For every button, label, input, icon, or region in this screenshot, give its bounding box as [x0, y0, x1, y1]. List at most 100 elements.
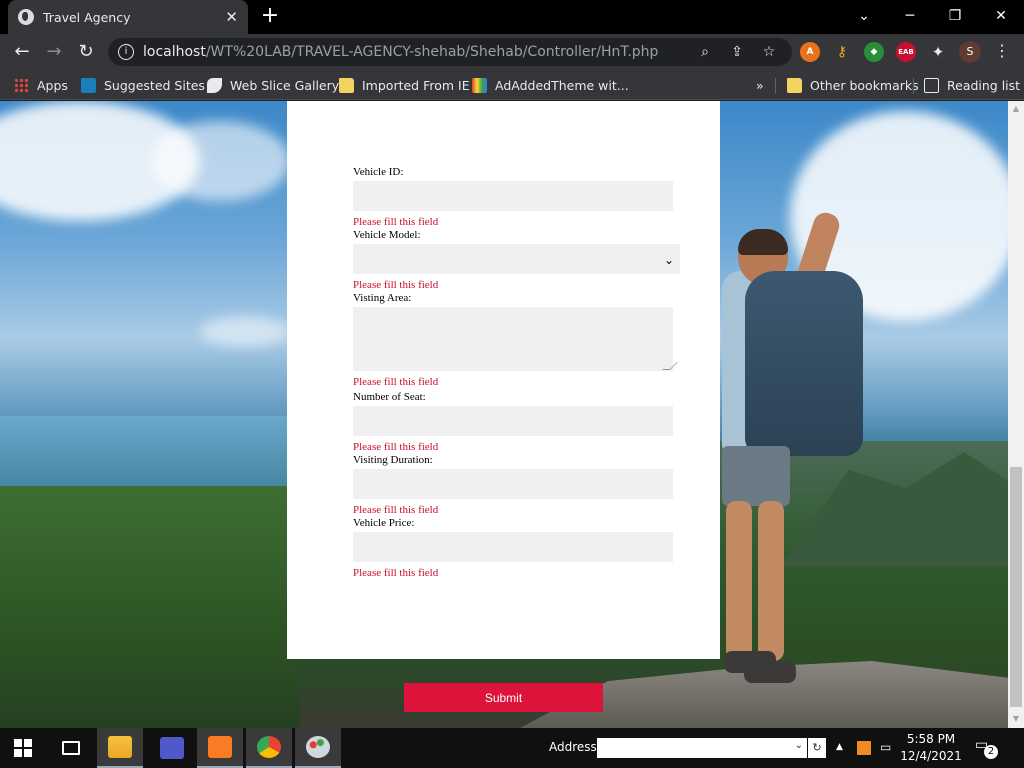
visiting-area-field: Visting Area: Please fill this field — [353, 292, 678, 389]
vehicle-model-label: Vehicle Model: — [353, 229, 421, 241]
taskbar-file-explorer[interactable] — [97, 728, 143, 768]
bookmarks-divider — [913, 78, 914, 94]
taskbar-paint[interactable] — [295, 728, 341, 768]
scroll-down-arrow-icon[interactable]: ▼ — [1011, 714, 1021, 724]
bookmark-other-bookmarks[interactable]: Other bookmarks — [787, 75, 919, 95]
minimize-button[interactable]: ─ — [896, 4, 924, 28]
share-icon[interactable]: ⇪ — [728, 43, 746, 61]
tab-title: Travel Agency — [43, 9, 131, 25]
bookmark-label: Other bookmarks — [810, 77, 919, 93]
chevron-down-icon[interactable]: ⌄ — [795, 740, 803, 751]
extension-orange-icon[interactable]: A — [800, 42, 820, 62]
number-of-seat-error: Please fill this field — [353, 441, 439, 453]
menu-kebab-icon[interactable]: ⋮ — [994, 40, 1010, 64]
extension-green-icon[interactable]: ◆ — [864, 42, 884, 62]
apps-grid-icon — [14, 77, 29, 93]
bookmark-star-icon[interactable]: ☆ — [760, 43, 778, 61]
start-button[interactable] — [0, 728, 46, 768]
tab-search-chevron-icon[interactable]: ⌄ — [850, 4, 878, 28]
number-of-seat-field: Number of Seat: Please fill this field — [353, 391, 673, 454]
taskbar-xampp[interactable] — [197, 728, 243, 768]
task-view-button[interactable] — [48, 728, 94, 768]
site-info-icon[interactable]: i — [118, 44, 134, 60]
bookmark-label: Suggested Sites — [104, 77, 205, 93]
visiting-duration-field: Visiting Duration: Please fill this fiel… — [353, 454, 673, 517]
bookmark-label: Imported From IE — [362, 77, 470, 93]
restore-button[interactable]: ❐ — [941, 4, 969, 28]
tab-travel-agency[interactable]: Travel Agency ✕ — [8, 0, 248, 34]
reading-list-label: Reading list — [947, 77, 1021, 93]
vehicle-id-input[interactable] — [353, 181, 673, 211]
folder-icon — [787, 77, 802, 93]
vehicle-price-error: Please fill this field — [353, 567, 439, 579]
vehicle-model-field: Vehicle Model: ⌄ Please fill this field — [353, 229, 680, 292]
chevron-down-icon: ⌄ — [663, 253, 674, 267]
windows-taskbar: Address ⌄ ↻ ▲ ▭ 5:58 PM 12/4/2021 ▭ 2 — [0, 728, 1024, 768]
bookmark-adaddedtheme[interactable]: AdAddedTheme wit... — [472, 75, 629, 95]
vehicle-id-error: Please fill this field — [353, 216, 439, 228]
vehicle-id-label: Vehicle ID: — [353, 166, 404, 178]
bookmarks-overflow-chevron[interactable]: » — [756, 75, 764, 95]
address-bar[interactable]: i localhost/WT%20LAB/TRAVEL-AGENCY-sheha… — [108, 38, 792, 66]
xampp-icon — [208, 736, 232, 758]
task-view-icon — [62, 741, 80, 755]
number-of-seat-input[interactable] — [353, 406, 673, 436]
number-of-seat-label: Number of Seat: — [353, 391, 426, 403]
battery-icon[interactable]: ▭ — [880, 740, 891, 754]
profile-avatar[interactable]: S — [959, 41, 981, 63]
taskbar-teams[interactable] — [149, 728, 195, 768]
new-tab-button[interactable]: + — [258, 5, 282, 29]
taskbar-clock[interactable]: 5:58 PM 12/4/2021 — [900, 731, 962, 765]
submit-button[interactable]: Submit — [404, 683, 603, 712]
vehicle-form-panel: Vehicle ID: Please fill this field Vehic… — [287, 101, 720, 659]
bookmark-imported-from-ie[interactable]: Imported From IE — [339, 75, 470, 95]
vehicle-price-input[interactable] — [353, 532, 673, 562]
close-tab-icon[interactable]: ✕ — [225, 8, 238, 26]
bookmark-label: Apps — [37, 77, 68, 93]
bookmarks-divider — [775, 78, 776, 94]
address-go-icon[interactable]: ↻ — [808, 738, 826, 758]
browser-toolbar: ← → ↻ i localhost/WT%20LAB/TRAVEL-AGENCY… — [0, 34, 1024, 70]
page-scrollbar[interactable]: ▲ ▼ — [1008, 101, 1024, 728]
taskbar-chrome[interactable] — [246, 728, 292, 768]
web-slice-icon — [207, 77, 222, 93]
reading-list-icon — [924, 77, 939, 93]
tray-app-icon[interactable] — [857, 741, 871, 755]
visiting-area-label: Visting Area: — [353, 292, 412, 304]
visiting-area-textarea[interactable] — [353, 307, 673, 371]
notification-count-badge: 2 — [984, 745, 998, 759]
url-path: /WT%20LAB/TRAVEL-AGENCY-shehab/Shehab/Co… — [205, 44, 659, 60]
visiting-duration-label: Visiting Duration: — [353, 454, 433, 466]
address-toolbar-label: Address — [549, 740, 597, 754]
bookmarks-bar: Apps Suggested Sites Web Slice Gallery I… — [0, 70, 1024, 100]
browser-tab-strip: Travel Agency ✕ + ⌄ ─ ❐ ✕ — [0, 0, 1024, 34]
bookmark-web-slice-gallery[interactable]: Web Slice Gallery — [207, 75, 339, 95]
globe-favicon-icon — [18, 9, 34, 25]
scroll-up-arrow-icon[interactable]: ▲ — [1011, 104, 1021, 114]
folder-icon — [339, 77, 354, 93]
scrollbar-thumb[interactable] — [1010, 467, 1022, 707]
bookmark-apps[interactable]: Apps — [14, 75, 68, 95]
reading-list-button[interactable]: Reading list — [924, 75, 1020, 95]
visiting-duration-input[interactable] — [353, 469, 673, 499]
tray-overflow-icon[interactable]: ▲ — [836, 742, 843, 752]
vehicle-model-select[interactable]: ⌄ — [353, 244, 680, 274]
back-arrow-icon[interactable]: ← — [10, 40, 34, 64]
bookmark-label: AdAddedTheme wit... — [495, 77, 629, 93]
extensions-puzzle-icon[interactable]: ✦ — [928, 42, 948, 62]
url-host: localhost — [143, 44, 206, 60]
adblock-icon[interactable]: EAB — [896, 42, 916, 62]
reload-icon[interactable]: ↻ — [74, 40, 98, 64]
vehicle-price-field: Vehicle Price: Please fill this field — [353, 517, 673, 580]
forward-arrow-icon[interactable]: → — [42, 40, 66, 64]
vehicle-model-error: Please fill this field — [353, 279, 439, 291]
url-text: localhost/WT%20LAB/TRAVEL-AGENCY-shehab/… — [143, 44, 658, 60]
bookmark-suggested-sites[interactable]: Suggested Sites — [81, 75, 205, 95]
key-extension-icon[interactable]: ⚷ — [832, 42, 852, 62]
notification-center-button[interactable]: ▭ 2 — [975, 737, 998, 759]
paint-icon — [306, 736, 330, 758]
address-toolbar-input[interactable]: ⌄ — [597, 738, 807, 758]
page-viewport: Vehicle ID: Please fill this field Vehic… — [0, 101, 1008, 728]
zoom-icon[interactable]: ⌕ — [696, 43, 714, 61]
close-window-button[interactable]: ✕ — [987, 4, 1015, 28]
